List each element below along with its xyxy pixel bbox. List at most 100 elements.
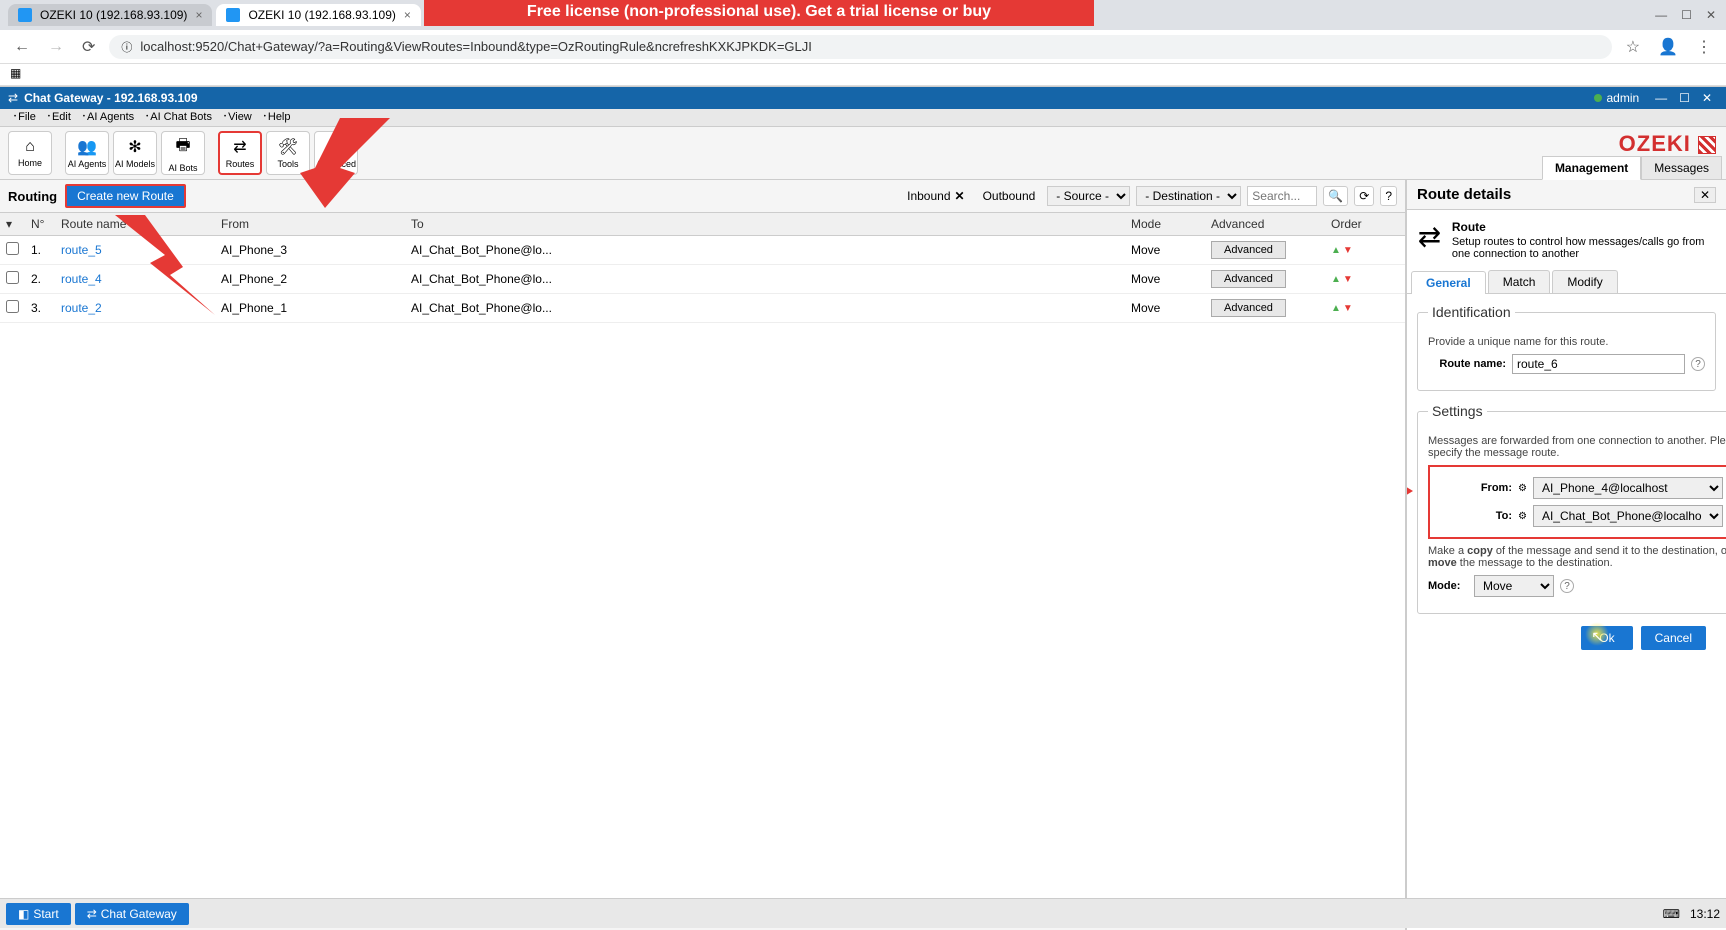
user-label: admin (1606, 91, 1639, 105)
move-up-icon[interactable]: ▲ (1331, 274, 1341, 285)
from-to-highlight: From: ⚙ AI_Phone_4@localhost ? To: ⚙ AI_… (1428, 465, 1726, 539)
ok-button[interactable]: Ok ↖ (1581, 626, 1632, 650)
models-icon: ✻ (128, 137, 141, 157)
mode-select[interactable]: Move (1474, 575, 1554, 597)
brand-name: OZEKI (1619, 131, 1716, 157)
source-select[interactable]: - Source - (1047, 186, 1130, 206)
toolbar-label: AI Models (115, 159, 155, 169)
tab-match[interactable]: Match (1488, 270, 1551, 293)
menu-edit[interactable]: Edit (42, 111, 77, 124)
mode-hint: Make a copy of the message and send it t… (1428, 545, 1726, 569)
app-maximize-icon[interactable]: ☐ (1673, 91, 1696, 105)
help-icon[interactable]: ? (1691, 357, 1705, 371)
table-row[interactable]: 2.route_4AI_Phone_2AI_Chat_Bot_Phone@lo.… (0, 265, 1405, 294)
toolbar-tools[interactable]: 🛠Tools (266, 131, 310, 175)
advanced-button[interactable]: Advanced (1211, 241, 1286, 259)
tools-icon: 🛠 (278, 137, 298, 157)
app-close-icon[interactable]: ✕ (1696, 91, 1718, 105)
filter-inbound[interactable]: Inbound ✕ (901, 187, 970, 205)
tab-general[interactable]: General (1411, 271, 1486, 294)
col-mode[interactable]: Mode (1125, 213, 1205, 236)
col-to[interactable]: To (405, 213, 1125, 236)
menu-ai-chat-bots[interactable]: AI Chat Bots (140, 111, 218, 124)
window-minimize-icon[interactable]: — (1655, 8, 1667, 22)
table-row[interactable]: 3.route_2AI_Phone_1AI_Chat_Bot_Phone@lo.… (0, 294, 1405, 323)
to-select[interactable]: AI_Chat_Bot_Phone@localho (1533, 505, 1723, 527)
row-checkbox[interactable] (6, 271, 19, 284)
toolbar-routes[interactable]: ⇄Routes (218, 131, 262, 175)
browser-tab-active[interactable]: OZEKI 10 (192.168.93.109) × (216, 4, 420, 26)
from-select[interactable]: AI_Phone_4@localhost (1533, 477, 1723, 499)
window-close-icon[interactable]: ✕ (1706, 8, 1716, 22)
search-input[interactable] (1247, 186, 1317, 206)
expand-all-icon[interactable]: ▾ (6, 217, 12, 231)
browser-tab[interactable]: OZEKI 10 (192.168.93.109) × (8, 4, 212, 26)
destination-select[interactable]: - Destination - (1136, 186, 1241, 206)
taskbar-chat-gateway[interactable]: ⇄Chat Gateway (75, 903, 189, 925)
help-icon[interactable]: ? (1560, 579, 1574, 593)
route-name-link[interactable]: route_2 (61, 301, 102, 315)
toolbar-ai-models[interactable]: ✻ AI Models (113, 131, 157, 175)
tab-favicon (18, 8, 32, 22)
move-down-icon[interactable]: ▼ (1343, 245, 1353, 256)
col-num: N° (25, 213, 55, 236)
gear-icon: ⚙ (1518, 483, 1527, 494)
move-up-icon[interactable]: ▲ (1331, 303, 1341, 314)
profile-icon[interactable]: 👤 (1654, 35, 1682, 59)
details-panel: Route details ✕ ⇄ Route Setup routes to … (1406, 180, 1726, 930)
keyboard-icon[interactable]: ⌨ (1663, 907, 1680, 921)
route-name-label: Route name: (1428, 358, 1506, 370)
row-from: AI_Phone_1 (215, 294, 405, 323)
tab-messages[interactable]: Messages (1641, 156, 1722, 180)
move-up-icon[interactable]: ▲ (1331, 245, 1341, 256)
url-field[interactable]: ⓘ localhost:9520/Chat+Gateway/?a=Routing… (109, 35, 1611, 59)
route-name-link[interactable]: route_5 (61, 243, 102, 257)
toolbar-label: Advanced (316, 159, 356, 169)
col-name[interactable]: Route name (55, 213, 215, 236)
refresh-icon[interactable]: ⟳ (1354, 186, 1374, 206)
menu-help[interactable]: Help (258, 111, 297, 124)
site-info-icon[interactable]: ⓘ (121, 39, 132, 55)
toolbar-home[interactable]: ⌂Home (8, 131, 52, 175)
table-row[interactable]: 1.route_5AI_Phone_3AI_Chat_Bot_Phone@lo.… (0, 236, 1405, 265)
menu-ai-agents[interactable]: AI Agents (77, 111, 140, 124)
toolbar-advanced[interactable]: ⚙Advanced (314, 131, 358, 175)
browser-menu-icon[interactable]: ⋮ (1692, 35, 1716, 59)
license-banner: Free license (non-professional use). Get… (424, 0, 1094, 26)
apps-grid-icon[interactable]: ▦ (10, 66, 24, 80)
bookmark-star-icon[interactable]: ☆ (1622, 35, 1644, 59)
move-down-icon[interactable]: ▼ (1343, 274, 1353, 285)
help-icon[interactable]: ? (1380, 186, 1397, 206)
cancel-button[interactable]: Cancel (1641, 626, 1706, 650)
bookmarks-bar: ▦ (0, 64, 1726, 86)
close-icon[interactable]: ✕ (955, 189, 965, 203)
back-button[interactable]: ← (10, 36, 34, 58)
toolbar-ai-agents[interactable]: 👥AI Agents (65, 131, 109, 175)
tab-close-icon[interactable]: × (195, 8, 202, 22)
advanced-button[interactable]: Advanced (1211, 299, 1286, 317)
app-minimize-icon[interactable]: — (1649, 91, 1673, 105)
start-button[interactable]: ◧Start (6, 903, 71, 925)
toolbar-ai-bots[interactable]: 🖶AI Bots (161, 131, 205, 175)
close-panel-button[interactable]: ✕ (1694, 187, 1716, 203)
tab-modify[interactable]: Modify (1552, 270, 1617, 293)
move-down-icon[interactable]: ▼ (1343, 303, 1353, 314)
advanced-button[interactable]: Advanced (1211, 270, 1286, 288)
tab-close-icon[interactable]: × (404, 8, 411, 22)
route-name-link[interactable]: route_4 (61, 272, 102, 286)
filter-outbound[interactable]: Outbound (977, 187, 1042, 205)
route-name-input[interactable] (1512, 354, 1685, 374)
row-checkbox[interactable] (6, 300, 19, 313)
create-route-button[interactable]: Create new Route (65, 184, 186, 208)
forward-button[interactable]: → (44, 36, 68, 58)
menu-bar: File Edit AI Agents AI Chat Bots View He… (0, 109, 1726, 127)
window-maximize-icon[interactable]: ☐ (1681, 8, 1692, 22)
tab-management[interactable]: Management (1542, 156, 1641, 180)
menu-view[interactable]: View (218, 111, 258, 124)
col-from[interactable]: From (215, 213, 405, 236)
reload-button[interactable]: ⟳ (78, 35, 99, 59)
identification-group: Identification Provide a unique name for… (1417, 304, 1716, 391)
search-icon[interactable]: 🔍 (1323, 186, 1348, 206)
menu-file[interactable]: File (8, 111, 42, 124)
row-checkbox[interactable] (6, 242, 19, 255)
